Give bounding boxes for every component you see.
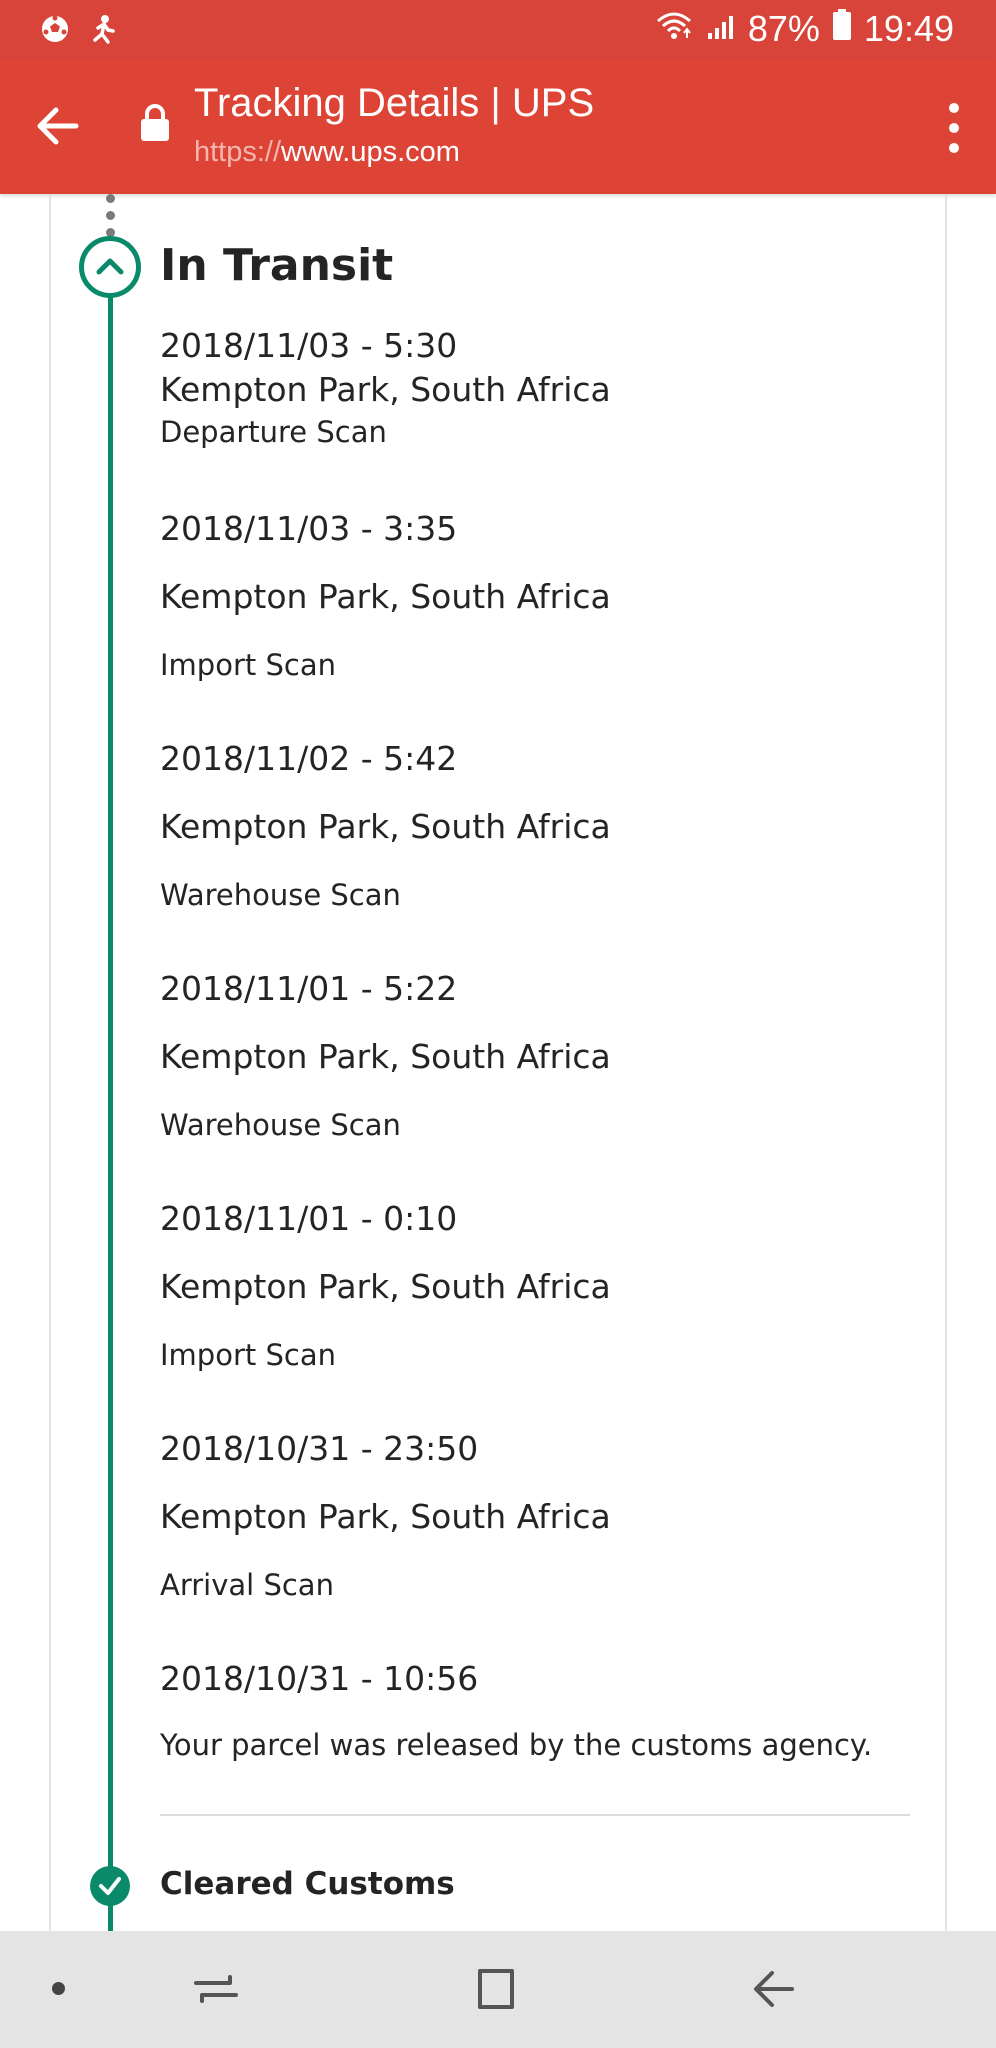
- event-location: Kempton Park, South Africa: [160, 577, 611, 616]
- event-location: Kempton Park, South Africa: [160, 1037, 611, 1076]
- check-circle-icon: [90, 1866, 130, 1906]
- event-date: 2018/10/31 - 23:50: [160, 1429, 479, 1468]
- page-title: Tracking Details | UPS: [194, 81, 595, 125]
- nav-dot-icon[interactable]: [52, 1982, 65, 1995]
- signal-icon: [706, 8, 736, 50]
- event-location: Kempton Park, South Africa: [160, 370, 611, 409]
- card-border-left: [49, 194, 51, 1931]
- tracking-event: 2018/11/03 - 3:35 Kempton Park, South Af…: [160, 507, 920, 685]
- event-location: Kempton Park, South Africa: [160, 807, 611, 846]
- browser-toolbar: Tracking Details | UPS https://www.ups.c…: [0, 58, 996, 194]
- lock-icon[interactable]: [140, 104, 170, 142]
- event-date: 2018/10/31 - 10:56: [160, 1659, 479, 1698]
- event-description: Your parcel was released by the customs …: [160, 1728, 873, 1762]
- battery-percent: 87%: [747, 8, 820, 49]
- event-description: Warehouse Scan: [160, 1108, 401, 1142]
- chevron-up-icon: [96, 258, 124, 275]
- event-date: 2018/11/01 - 0:10: [160, 1199, 458, 1238]
- collapse-section-button[interactable]: [79, 236, 141, 298]
- event-location: Kempton Park, South Africa: [160, 1497, 611, 1536]
- status-bar: 87% 19:49: [0, 0, 996, 58]
- card-border-right: [945, 194, 947, 1931]
- back-arrow-icon[interactable]: [28, 94, 92, 158]
- timeline-dot: [106, 194, 115, 203]
- timeline-line: [108, 274, 113, 1931]
- running-person-icon: [90, 14, 116, 48]
- event-description: Warehouse Scan: [160, 878, 401, 912]
- tracking-event: 2018/10/31 - 23:50 Kempton Park, South A…: [160, 1427, 920, 1605]
- tracking-event: 2018/11/01 - 5:22 Kempton Park, South Af…: [160, 967, 920, 1145]
- tracking-event: 2018/11/03 - 5:30 Kempton Park, South Af…: [160, 324, 920, 452]
- back-icon[interactable]: [746, 1961, 802, 2017]
- timeline-dot: [106, 211, 115, 220]
- wifi-icon: [654, 8, 694, 50]
- next-section-title[interactable]: Cleared Customs: [160, 1862, 455, 1906]
- event-description: Departure Scan: [160, 415, 387, 449]
- section-divider: [160, 1814, 910, 1816]
- tracking-event: 2018/11/01 - 0:10 Kempton Park, South Af…: [160, 1197, 920, 1375]
- event-date: 2018/11/03 - 5:30: [160, 326, 458, 365]
- recents-icon[interactable]: [188, 1961, 244, 2017]
- url-bar[interactable]: https://www.ups.com: [194, 134, 460, 170]
- home-icon[interactable]: [468, 1961, 524, 2017]
- tracking-event: 2018/11/02 - 5:42 Kempton Park, South Af…: [160, 737, 920, 915]
- event-location: Kempton Park, South Africa: [160, 1267, 611, 1306]
- event-date: 2018/11/02 - 5:42: [160, 739, 458, 778]
- tracking-event: 2018/10/31 - 10:56 Your parcel was relea…: [160, 1657, 920, 1765]
- event-description: Import Scan: [160, 1338, 336, 1372]
- more-vert-icon[interactable]: [934, 100, 974, 156]
- event-date: 2018/11/03 - 3:35: [160, 509, 458, 548]
- event-description: Import Scan: [160, 648, 336, 682]
- battery-icon: [832, 8, 852, 50]
- soccer-ball-icon: [40, 14, 70, 48]
- url-host: www.ups.com: [281, 136, 460, 168]
- event-description: Arrival Scan: [160, 1568, 334, 1602]
- clock: 19:49: [863, 8, 954, 49]
- page-content[interactable]: In Transit 2018/11/03 - 5:30 Kempton Par…: [0, 194, 996, 1931]
- event-date: 2018/11/01 - 5:22: [160, 969, 458, 1008]
- url-scheme: https://: [194, 136, 282, 168]
- navigation-bar: [0, 1931, 996, 2048]
- section-title: In Transit: [160, 240, 394, 291]
